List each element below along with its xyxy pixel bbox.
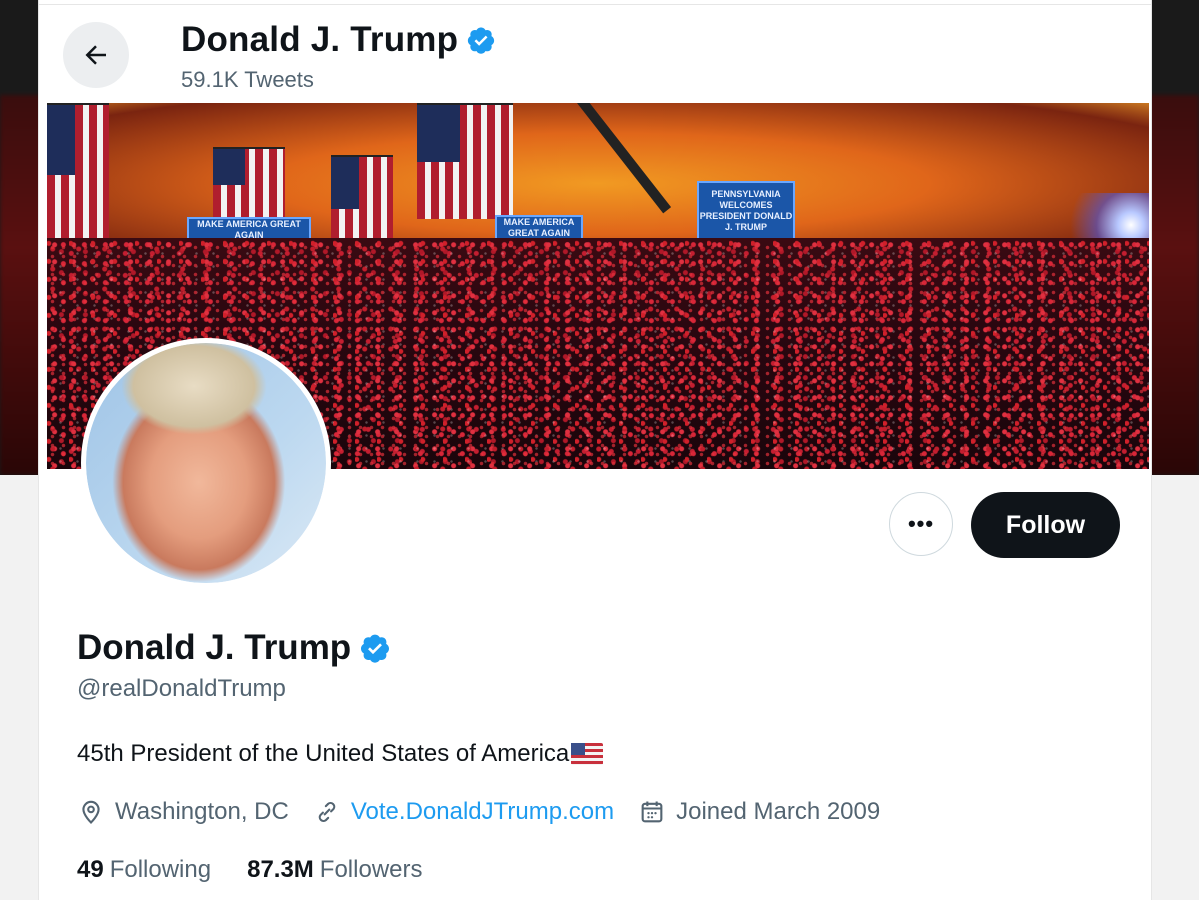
top-divider [39,4,1151,5]
profile-handle: @realDonaldTrump [77,675,286,702]
profile-name: Donald J. Trump [77,628,391,668]
banner-flag [417,103,513,219]
verified-badge-icon [361,634,390,663]
website: Vote.DonaldJTrump.com [313,798,614,826]
banner-flag [47,103,109,245]
profile-meta: Washington, DC Vote.DonaldJTrump.com Joi… [77,798,904,826]
back-arrow-icon [85,45,106,65]
profile-bio: 45th President of the United States of A… [77,740,604,768]
avatar-image [86,343,326,583]
avatar[interactable] [81,338,331,588]
tweet-count: 59.1K Tweets [181,67,314,92]
followers-label: Followers [319,856,423,883]
following-link[interactable]: 49 Following [77,856,211,884]
header-title: Donald J. Trump [181,20,496,60]
following-count: 49 [77,856,104,883]
follow-button[interactable]: Follow [971,492,1120,558]
location-text: Washington, DC [115,798,289,825]
profile-stats: 49 Following 87.3M Followers [77,856,459,884]
following-label: Following [109,856,212,883]
verified-badge-icon [468,27,495,54]
join-date-text: Joined March 2009 [676,798,881,825]
profile-name-text: Donald J. Trump [77,628,352,667]
join-date: Joined March 2009 [638,798,880,826]
banner-flag [213,147,285,221]
banner-crane [577,103,672,214]
more-button[interactable]: ••• [889,492,953,556]
website-link[interactable]: Vote.DonaldJTrump.com [351,798,614,826]
location-icon [82,800,100,824]
location: Washington, DC [77,798,289,826]
header-name: Donald J. Trump [181,20,459,59]
back-button[interactable] [63,22,129,88]
profile-page: Donald J. Trump 59.1K Tweets MAKE AMERIC… [38,0,1152,900]
more-icon: ••• [907,511,935,536]
followers-count: 87.3M [247,856,314,883]
banner-screen-sign: PENNSYLVANIA WELCOMES PRESIDENT DONALD J… [697,181,795,241]
bio-text: 45th President of the United States of A… [77,740,570,767]
followers-link[interactable]: 87.3M Followers [247,856,422,884]
link-icon [318,802,336,822]
calendar-icon [641,801,663,823]
us-flag-icon [571,743,604,765]
